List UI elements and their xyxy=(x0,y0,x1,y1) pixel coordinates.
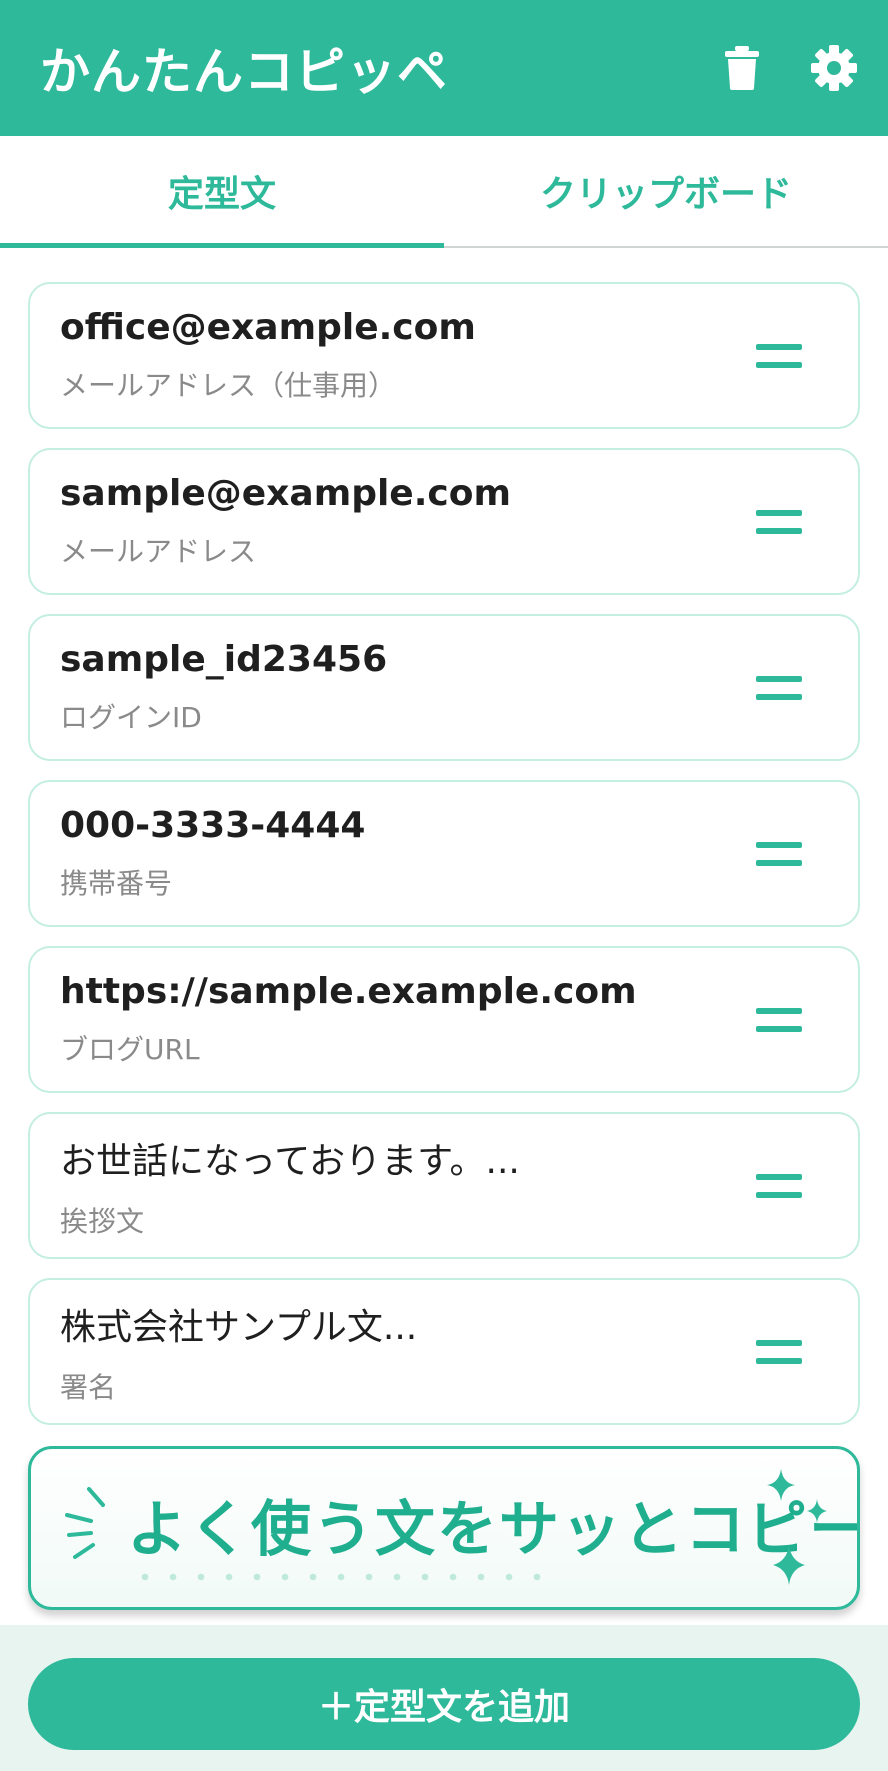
snippet-value: 株式会社サンプル文... xyxy=(60,1306,418,1348)
snippet-list: office@example.com メールアドレス（仕事用） sample@e… xyxy=(28,282,860,1444)
delete-button[interactable] xyxy=(716,42,768,94)
snippet-card[interactable]: 000-3333-4444 携帯番号 xyxy=(28,780,860,927)
promo-banner: よく使う文をサッとコピー xyxy=(28,1446,860,1610)
drag-handle-icon[interactable] xyxy=(756,509,802,534)
drag-handle-icon[interactable] xyxy=(756,1339,802,1364)
snippet-text: 株式会社サンプル文... 署名 xyxy=(60,1298,417,1406)
drag-handle-icon[interactable] xyxy=(756,1173,802,1198)
app-screen: かんたんコピッペ 定型文 クリップボード office@example.com … xyxy=(0,0,888,1771)
app-bar: かんたんコピッペ xyxy=(0,0,888,136)
settings-button[interactable] xyxy=(808,42,860,94)
snippet-value: お世話になっております。... xyxy=(60,1140,520,1182)
snippet-value: office@example.com xyxy=(60,307,476,348)
sparkle-icon xyxy=(767,1469,827,1585)
add-template-button[interactable]: ＋定型文を追加 xyxy=(28,1658,860,1750)
snippet-label: メールアドレス（仕事用） xyxy=(60,369,397,402)
snippet-label: ログインID xyxy=(60,701,202,734)
snippet-value: sample@example.com xyxy=(60,473,511,514)
bottom-bar: ＋定型文を追加 xyxy=(0,1625,888,1771)
tab-clipboard[interactable]: クリップボード xyxy=(444,136,888,246)
drag-handle-icon[interactable] xyxy=(756,343,802,368)
snippet-value: 000-3333-4444 xyxy=(60,805,366,846)
snippet-card[interactable]: https://sample.example.com ブログURL xyxy=(28,946,860,1093)
snippet-text: https://sample.example.com ブログURL xyxy=(60,971,637,1068)
snippet-text: sample_id23456 ログインID xyxy=(60,639,387,736)
tab-bar: 定型文 クリップボード xyxy=(0,136,888,248)
snippet-text: お世話になっております。... 挨拶文 xyxy=(60,1132,520,1240)
trash-icon xyxy=(725,46,759,90)
snippet-label: メールアドレス xyxy=(60,535,257,568)
snippet-label: 挨拶文 xyxy=(60,1204,145,1238)
burst-lines-icon xyxy=(65,1487,105,1559)
snippet-value: sample_id23456 xyxy=(60,639,388,680)
snippet-label: ブログURL xyxy=(60,1033,200,1066)
tab-templates[interactable]: 定型文 xyxy=(0,136,444,248)
snippet-text: sample@example.com メールアドレス xyxy=(60,473,511,570)
snippet-value: https://sample.example.com xyxy=(60,971,637,1012)
snippet-text: 000-3333-4444 携帯番号 xyxy=(60,805,365,902)
snippet-card[interactable]: 株式会社サンプル文... 署名 xyxy=(28,1278,860,1425)
gear-icon xyxy=(811,45,857,91)
snippet-card[interactable]: sample@example.com メールアドレス xyxy=(28,448,860,595)
snippet-card[interactable]: お世話になっております。... 挨拶文 xyxy=(28,1112,860,1259)
snippet-label: 携帯番号 xyxy=(60,867,173,900)
app-title: かんたんコピッペ xyxy=(40,43,448,101)
app-bar-actions xyxy=(716,42,860,94)
snippet-label: 署名 xyxy=(60,1370,117,1404)
promo-headline: よく使う文をサッとコピー xyxy=(127,1495,860,1565)
drag-handle-icon[interactable] xyxy=(756,1007,802,1032)
snippet-card[interactable]: sample_id23456 ログインID xyxy=(28,614,860,761)
snippet-text: office@example.com メールアドレス（仕事用） xyxy=(60,307,476,404)
drag-handle-icon[interactable] xyxy=(756,675,802,700)
drag-handle-icon[interactable] xyxy=(756,841,802,866)
snippet-card[interactable]: office@example.com メールアドレス（仕事用） xyxy=(28,282,860,429)
promo-dots xyxy=(131,1573,551,1581)
